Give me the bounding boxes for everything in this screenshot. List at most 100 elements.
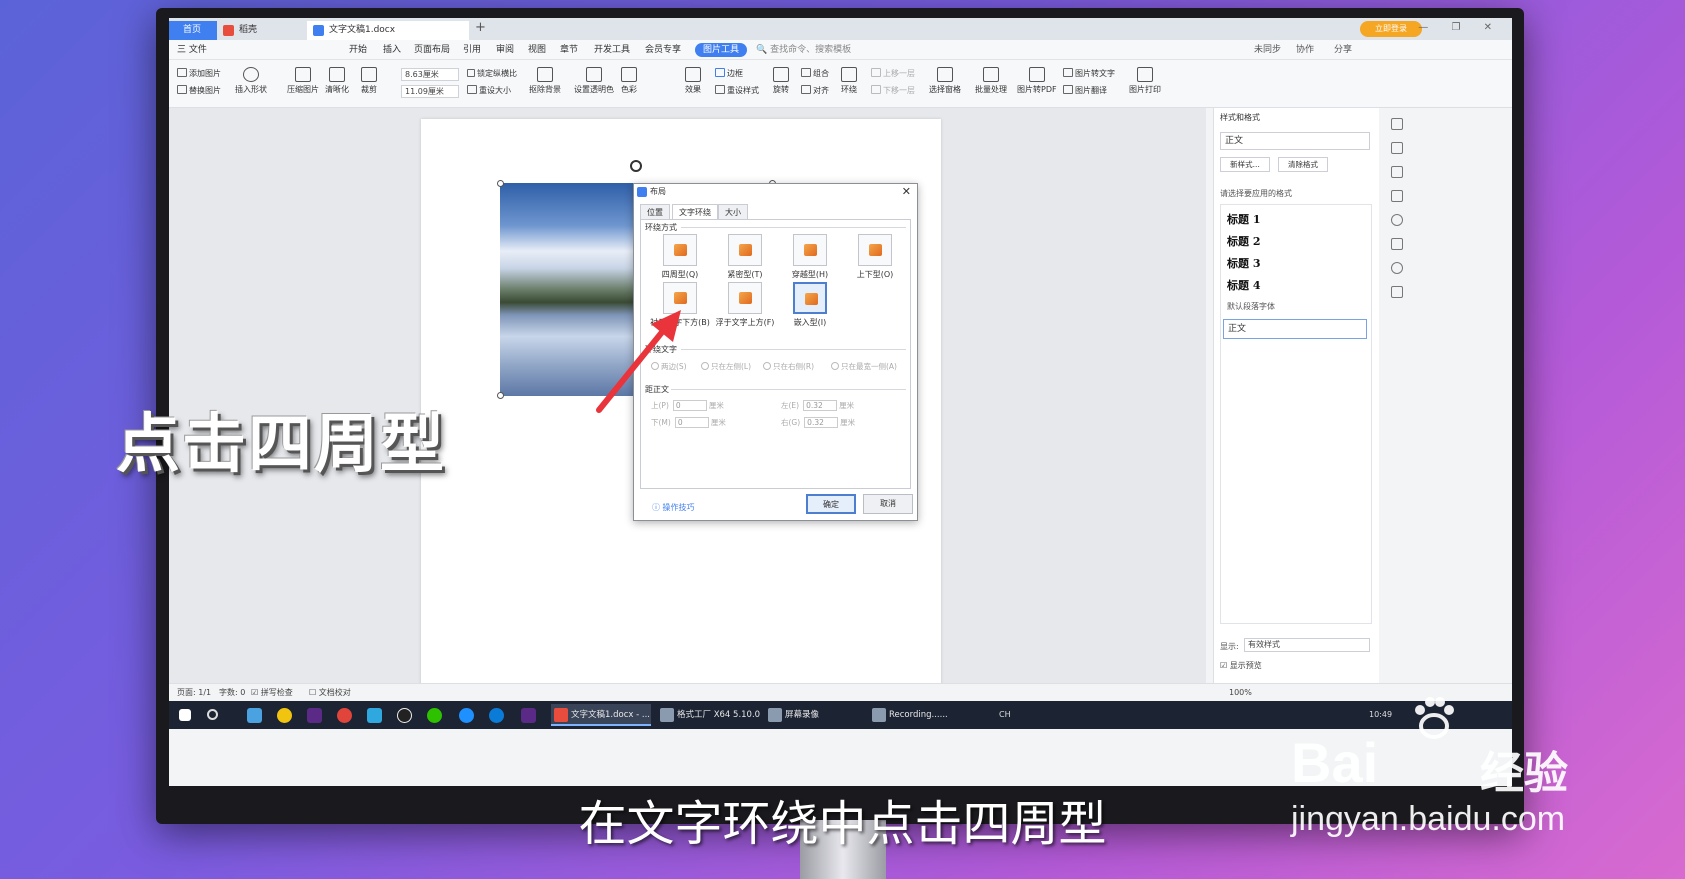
menu-member[interactable]: 会员专享: [645, 40, 681, 60]
input-language[interactable]: CH: [999, 701, 1011, 729]
photos-icon[interactable]: [247, 708, 262, 723]
rotate-handle[interactable]: [630, 160, 642, 172]
chrome-icon[interactable]: [337, 708, 352, 723]
radio-widest-side[interactable]: 只在最宽一侧(A): [831, 361, 897, 372]
style-heading-3[interactable]: 标题 3: [1227, 255, 1260, 271]
ok-button[interactable]: 确定: [806, 494, 856, 514]
taskbar-app-wps[interactable]: 文字文稿1.docx - ...: [551, 704, 651, 726]
lock-ratio-checkbox[interactable]: 锁定纵横比: [467, 68, 517, 79]
radio-left-only[interactable]: 只在左侧(L): [701, 361, 751, 372]
preview-checkbox[interactable]: ☑ 显示预览: [1220, 660, 1262, 671]
rotate-button[interactable]: 旋转: [773, 67, 789, 95]
effect-button[interactable]: 效果: [685, 67, 701, 95]
to-text-button[interactable]: 图片转文字: [1063, 68, 1115, 79]
menu-review[interactable]: 审阅: [496, 40, 514, 60]
up-layer-button[interactable]: 上移一层: [871, 68, 915, 79]
distance-bottom-input[interactable]: 0: [674, 417, 709, 428]
down-layer-button[interactable]: 下移一层: [871, 85, 915, 96]
book-icon[interactable]: [1391, 286, 1403, 298]
menu-developer[interactable]: 开发工具: [594, 40, 630, 60]
distance-right-field[interactable]: 右(G) 0.32 厘米: [781, 417, 855, 428]
menu-view[interactable]: 视图: [528, 40, 546, 60]
print-image-button[interactable]: 图片打印: [1129, 67, 1161, 95]
image-icon[interactable]: [1391, 238, 1403, 250]
resize-handle[interactable]: [497, 392, 504, 399]
doc-proof[interactable]: ☐ 文档校对: [309, 684, 351, 702]
add-tab-icon[interactable]: +: [475, 20, 486, 35]
height-input[interactable]: 11.09厘米: [401, 85, 459, 98]
word-count[interactable]: 字数: 0: [219, 684, 245, 702]
pen-icon[interactable]: [1391, 142, 1403, 154]
replace-image-button[interactable]: 替换图片: [177, 85, 221, 96]
tab-home[interactable]: 首页: [169, 21, 217, 40]
wrap-topbottom-option[interactable]: 上下型(O): [840, 234, 910, 280]
zoom-level[interactable]: 100%: [1229, 684, 1252, 702]
reset-size-button[interactable]: 重设大小: [467, 85, 511, 96]
taskbar-app-format-factory[interactable]: 格式工厂 X64 5.10.0: [657, 704, 760, 726]
wrap-inline-option[interactable]: 嵌入型(I): [775, 282, 845, 328]
collab-button[interactable]: 协作: [1296, 40, 1314, 60]
to-pdf-button[interactable]: 图片转PDF: [1017, 67, 1057, 95]
radio-right-only[interactable]: 只在右侧(R): [763, 361, 814, 372]
menu-picture-tools[interactable]: 图片工具: [695, 43, 748, 57]
share-button[interactable]: 分享: [1334, 40, 1352, 60]
new-style-button[interactable]: 新样式...: [1220, 157, 1270, 172]
spell-check[interactable]: ☑ 拼写检查: [251, 684, 293, 702]
browser-icon[interactable]: [367, 708, 382, 723]
premiere-icon[interactable]: [307, 708, 322, 723]
remove-bg-button[interactable]: 抠除背景: [529, 67, 561, 95]
wechat-icon[interactable]: [427, 708, 442, 723]
clock[interactable]: 10:49: [1369, 701, 1392, 729]
style-heading-4[interactable]: 标题 4: [1227, 277, 1260, 293]
style-heading-2[interactable]: 标题 2: [1227, 233, 1260, 249]
wrap-button[interactable]: 环绕: [841, 67, 857, 95]
command-search[interactable]: 🔍 查找命令、搜索模板: [756, 40, 851, 60]
window-controls[interactable]: — ❐ ✕: [1418, 22, 1502, 33]
clear-format-button[interactable]: 清除格式: [1278, 157, 1328, 172]
ie-icon[interactable]: [459, 708, 474, 723]
location-icon[interactable]: [1391, 262, 1403, 274]
translate-button[interactable]: 图片翻译: [1063, 85, 1107, 96]
batch-button[interactable]: 批量处理: [975, 67, 1007, 95]
add-image-button[interactable]: 添加图片: [177, 68, 221, 79]
cursor-icon[interactable]: [1391, 166, 1403, 178]
app-icon[interactable]: [277, 708, 292, 723]
align-button[interactable]: 对齐: [801, 85, 829, 96]
close-icon[interactable]: ✕: [902, 184, 911, 200]
style-icon[interactable]: [1391, 118, 1403, 130]
transparent-button[interactable]: 设置透明色: [574, 67, 614, 95]
distance-left-input[interactable]: 0.32: [803, 400, 838, 411]
login-button[interactable]: 立即登录: [1360, 21, 1422, 37]
help-icon[interactable]: [1391, 214, 1403, 226]
style-select[interactable]: 正文: [1220, 132, 1370, 150]
border-button[interactable]: 边框: [715, 68, 743, 79]
edge-icon[interactable]: [489, 708, 504, 723]
clarify-button[interactable]: 清晰化: [325, 67, 349, 95]
show-select[interactable]: 有效样式: [1244, 638, 1370, 652]
menu-reference[interactable]: 引用: [463, 40, 481, 60]
menu-insert[interactable]: 插入: [383, 40, 401, 60]
wrap-tight-option[interactable]: 紧密型(T): [710, 234, 780, 280]
distance-left-field[interactable]: 左(E) 0.32 厘米: [781, 400, 854, 411]
taskbar-app-recording[interactable]: Recording......: [869, 704, 973, 726]
style-default-font[interactable]: 默认段落字体: [1227, 301, 1275, 312]
sliders-icon[interactable]: [1391, 190, 1403, 202]
compress-button[interactable]: 压缩图片: [287, 67, 319, 95]
cancel-button[interactable]: 取消: [863, 494, 913, 514]
windows-start-icon[interactable]: [179, 709, 191, 721]
tab-document[interactable]: 文字文稿1.docx: [307, 21, 469, 40]
crop-button[interactable]: 裁剪: [361, 67, 377, 95]
menu-chapter[interactable]: 章节: [560, 40, 578, 60]
tab-text-wrap[interactable]: 文字环绕: [672, 204, 718, 219]
reset-style-button[interactable]: 重设样式: [715, 85, 759, 96]
select-pane-button[interactable]: 选择窗格: [929, 67, 961, 95]
menu-start[interactable]: 开始: [349, 40, 367, 60]
style-current-body[interactable]: 正文: [1223, 319, 1367, 339]
wrap-square-option[interactable]: 四周型(Q): [645, 234, 715, 280]
distance-bottom-field[interactable]: 下(M) 0 厘米: [651, 417, 726, 428]
premiere-icon[interactable]: [521, 708, 536, 723]
menu-layout[interactable]: 页面布局: [414, 40, 450, 60]
taskbar-app-screen-record[interactable]: 屏幕录像: [765, 704, 861, 726]
menu-file[interactable]: 三 文件: [177, 40, 207, 60]
search-icon[interactable]: [207, 709, 218, 720]
